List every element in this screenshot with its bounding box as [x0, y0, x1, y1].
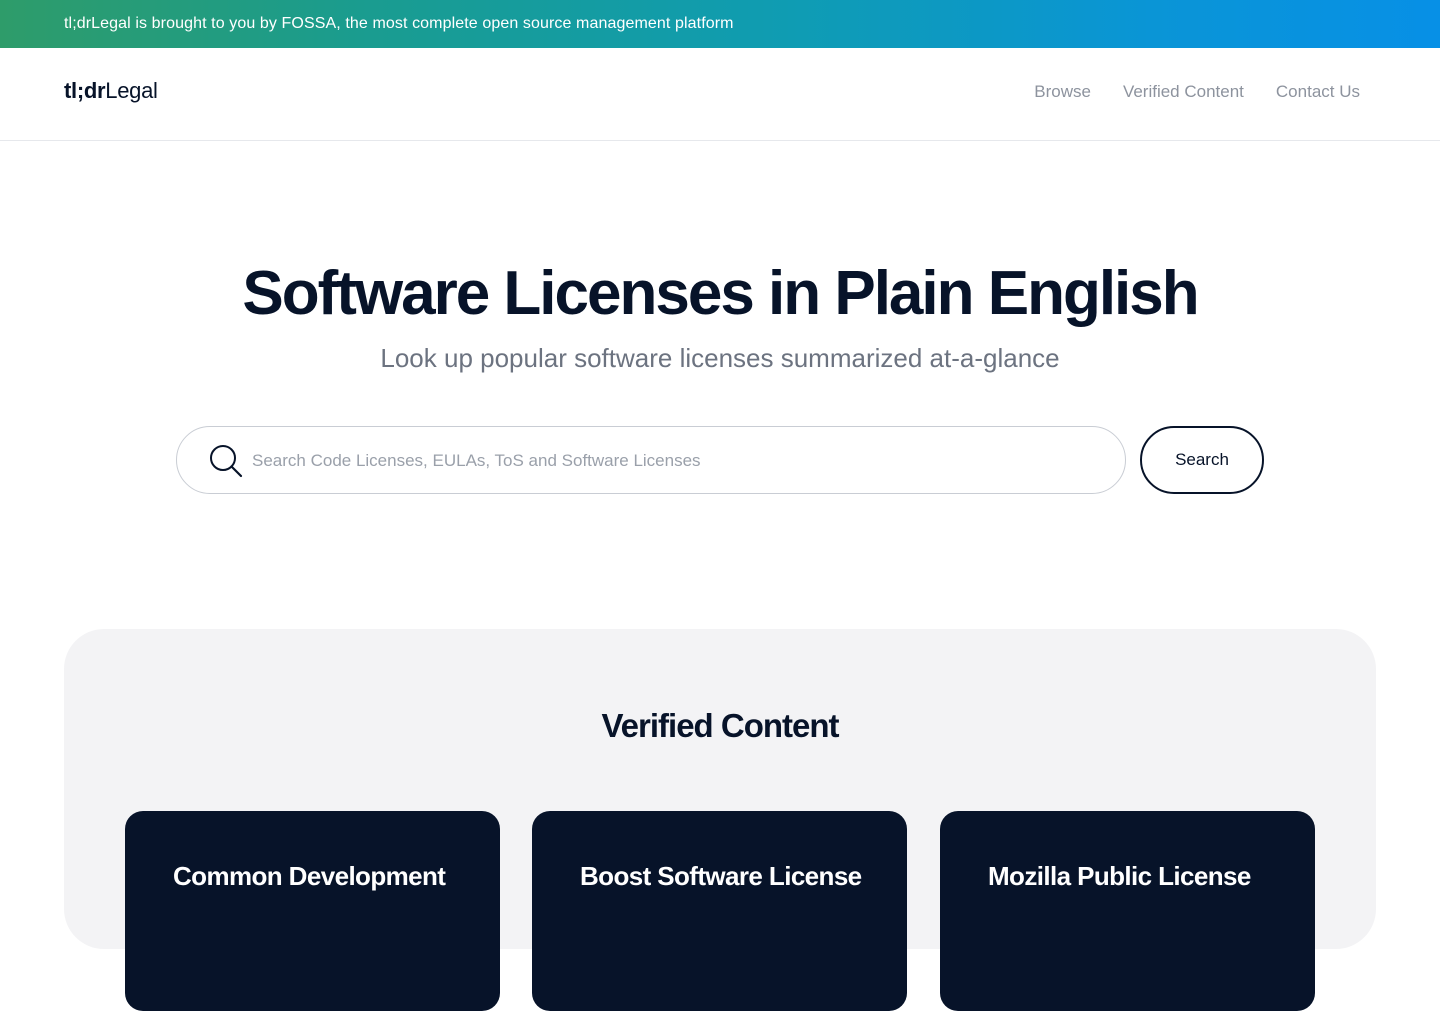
- verified-content-title: Verified Content: [601, 707, 839, 744]
- nav-link-contact-us[interactable]: Contact Us: [1276, 82, 1360, 102]
- search-input[interactable]: [252, 445, 1092, 477]
- license-card-title: Common Development: [173, 861, 446, 891]
- verified-content-section: Verified Content Common Development Boos…: [64, 629, 1376, 1011]
- search-button[interactable]: Search: [1140, 426, 1264, 494]
- logo-bold-text: tl;dr: [64, 78, 106, 103]
- license-card-mozilla[interactable]: Mozilla Public License: [940, 811, 1315, 1011]
- promo-banner[interactable]: tl;drLegal is brought to you by FOSSA, t…: [0, 0, 1440, 48]
- nav-link-verified-content[interactable]: Verified Content: [1123, 82, 1244, 102]
- search-icon: [208, 443, 244, 479]
- license-card-title: Mozilla Public License: [988, 861, 1251, 891]
- license-card-common-development[interactable]: Common Development: [125, 811, 500, 1011]
- hero-title: Software Licenses in Plain English: [242, 259, 1199, 328]
- promo-banner-text[interactable]: tl;drLegal is brought to you by FOSSA, t…: [64, 15, 734, 33]
- site-logo[interactable]: tl;drLegal: [64, 78, 158, 104]
- license-card-title: Boost Software License: [580, 861, 862, 891]
- main-nav: Browse Verified Content Contact Us: [1034, 82, 1360, 102]
- hero-subtitle: Look up popular software licenses summar…: [380, 343, 1060, 373]
- search-box[interactable]: [176, 426, 1126, 494]
- logo-regular-text: Legal: [105, 78, 158, 103]
- nav-link-browse[interactable]: Browse: [1034, 82, 1091, 102]
- license-card-boost[interactable]: Boost Software License: [532, 811, 907, 1011]
- site-header: tl;drLegal Browse Verified Content Conta…: [0, 48, 1440, 141]
